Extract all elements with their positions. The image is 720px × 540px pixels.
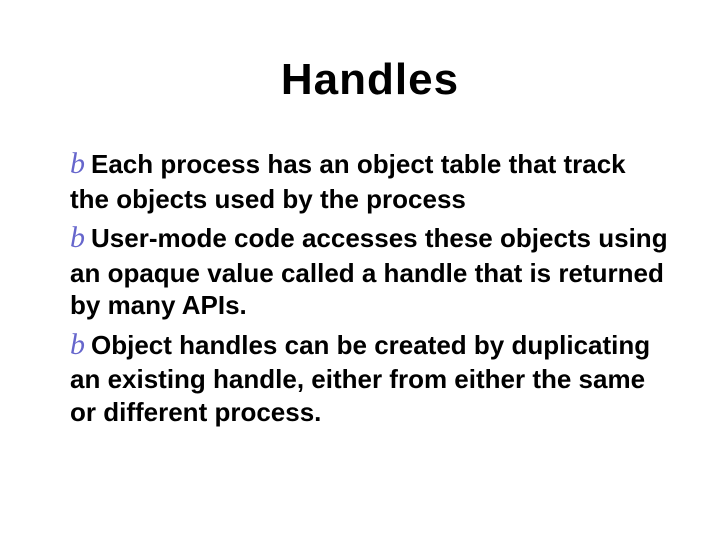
bullet-text: Object handles can be created by duplica… <box>70 330 650 427</box>
bullet-text: Each process has an object table that tr… <box>70 149 626 214</box>
list-item: bEach process has an object table that t… <box>70 145 670 215</box>
list-item: bObject handles can be created by duplic… <box>70 326 670 429</box>
bullet-text: User-mode code accesses these objects us… <box>70 223 668 320</box>
slide-title: Handles <box>70 55 670 105</box>
bullet-list: bEach process has an object table that t… <box>70 145 670 428</box>
bullet-icon: b <box>70 326 85 364</box>
list-item: bUser-mode code accesses these objects u… <box>70 219 670 322</box>
slide: Handles bEach process has an object tabl… <box>0 0 720 540</box>
bullet-icon: b <box>70 145 85 183</box>
bullet-icon: b <box>70 219 85 257</box>
